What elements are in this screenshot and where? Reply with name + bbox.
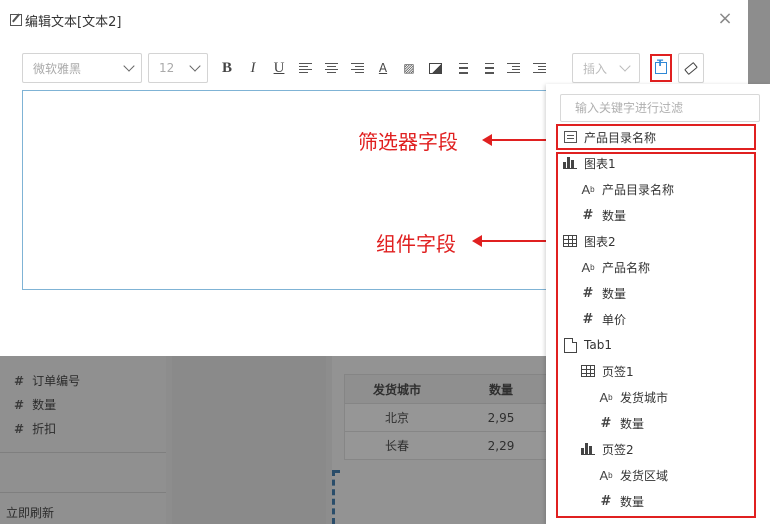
- background-field-item: # 折扣: [14, 422, 57, 436]
- hash-icon: #: [582, 311, 594, 327]
- annotation-component-field: 组件字段: [376, 232, 456, 256]
- component-item-tab-page1[interactable]: 页签1: [580, 358, 634, 384]
- field-item[interactable]: # 数量: [580, 280, 626, 306]
- hash-icon: #: [600, 493, 612, 509]
- bar-chart-icon: [581, 443, 595, 455]
- unordered-list-button[interactable]: [474, 53, 500, 83]
- component-item-tab-page2[interactable]: 页签2: [580, 436, 634, 462]
- background-color-button[interactable]: ▨: [396, 53, 422, 83]
- align-center-icon: [324, 62, 338, 74]
- background-field-list: # 订单编号 # 数量 # 折扣 立即刷新: [0, 356, 166, 524]
- align-left-button[interactable]: [292, 53, 318, 83]
- image-icon: [428, 62, 442, 74]
- annotation-arrow: [482, 134, 554, 146]
- insert-select[interactable]: 插入: [572, 53, 640, 83]
- field-item[interactable]: # 数量: [598, 488, 644, 514]
- bar-chart-icon: [563, 157, 577, 169]
- annotation-arrow: [472, 235, 556, 247]
- font-color-button[interactable]: A: [370, 53, 396, 83]
- text-field-icon: Ab: [581, 181, 595, 197]
- align-center-button[interactable]: [318, 53, 344, 83]
- highlight-icon: ▨: [403, 61, 415, 75]
- field-search-input[interactable]: [560, 94, 760, 122]
- list-icon: [563, 131, 577, 143]
- hash-icon: #: [600, 415, 612, 431]
- field-item[interactable]: # 数量: [598, 410, 644, 436]
- outdent-button[interactable]: [526, 53, 552, 83]
- insert-label: 插入: [583, 61, 608, 76]
- background-table-header: 数量: [488, 383, 513, 397]
- background-field-item: # 订单编号: [14, 374, 81, 388]
- component-item-tab1[interactable]: Tab1: [562, 332, 612, 358]
- field-item[interactable]: # 数量: [580, 202, 626, 228]
- chevron-down-icon: [189, 60, 201, 72]
- eraser-icon: [684, 61, 698, 75]
- chevron-down-icon: [123, 60, 135, 72]
- document-icon: [563, 337, 577, 353]
- insert-field-icon: [655, 59, 667, 74]
- field-item[interactable]: Ab 产品目录名称: [580, 176, 674, 202]
- field-item[interactable]: Ab 产品名称: [580, 254, 650, 280]
- component-item-chart1[interactable]: 图表1: [562, 150, 616, 176]
- insert-field-button[interactable]: [650, 54, 672, 82]
- italic-button[interactable]: I: [240, 53, 266, 83]
- text-field-icon: Ab: [581, 259, 595, 275]
- clear-format-button[interactable]: [678, 53, 704, 83]
- indent-button[interactable]: [500, 53, 526, 83]
- text-field-icon: Ab: [599, 467, 613, 483]
- background-selection-marker: [332, 470, 340, 524]
- field-dropdown-panel: 产品目录名称 图表1 Ab 产品目录名称 # 数量 图表2 Ab 产品名称 # …: [546, 84, 770, 524]
- field-item[interactable]: Ab 发货区域: [598, 462, 668, 488]
- hash-icon: #: [582, 285, 594, 301]
- table-icon: [563, 235, 577, 247]
- edit-icon: [10, 14, 22, 26]
- field-item[interactable]: # 单价: [580, 306, 626, 332]
- editor-toolbar: 微软雅黑 12 B I U A ▨ 插入: [22, 52, 704, 84]
- background-table-row: 北京 2,95: [344, 404, 554, 432]
- bold-button[interactable]: B: [214, 53, 240, 83]
- underline-button[interactable]: U: [266, 53, 292, 83]
- dialog-header: 编辑文本[文本2]: [0, 0, 748, 40]
- filter-field-item[interactable]: 产品目录名称: [562, 124, 656, 150]
- background-table: 发货城市 数量 北京 2,95 长春 2,29: [344, 374, 554, 460]
- table-icon: [581, 365, 595, 377]
- background-refresh-label: 立即刷新: [6, 506, 55, 520]
- font-family-value: 微软雅黑: [33, 61, 82, 76]
- font-size-value: 12: [159, 61, 175, 75]
- ordered-list-icon: [455, 62, 468, 74]
- close-button[interactable]: ×: [716, 10, 734, 28]
- background-canvas: [172, 356, 326, 524]
- font-family-select[interactable]: 微软雅黑: [22, 53, 142, 83]
- background-table-row: 长春 2,29: [344, 432, 554, 460]
- indent-icon: [506, 62, 520, 74]
- field-item[interactable]: Ab 发货城市: [598, 384, 668, 410]
- background-field-item: # 数量: [14, 398, 57, 412]
- insert-image-button[interactable]: [422, 53, 448, 83]
- ordered-list-button[interactable]: [448, 53, 474, 83]
- chevron-down-icon: [619, 60, 631, 72]
- text-editor-area[interactable]: [22, 90, 550, 290]
- align-left-icon: [298, 62, 312, 74]
- align-right-icon: [350, 62, 364, 74]
- dialog-title: 编辑文本[文本2]: [25, 14, 122, 30]
- background-table-header: 发货城市: [372, 383, 421, 397]
- outdent-icon: [532, 62, 546, 74]
- component-item-chart2[interactable]: 图表2: [562, 228, 616, 254]
- align-right-button[interactable]: [344, 53, 370, 83]
- font-size-select[interactable]: 12: [148, 53, 208, 83]
- unordered-list-icon: [481, 62, 494, 74]
- text-field-icon: Ab: [599, 389, 613, 405]
- hash-icon: #: [582, 207, 594, 223]
- annotation-filter-field: 筛选器字段: [358, 130, 458, 154]
